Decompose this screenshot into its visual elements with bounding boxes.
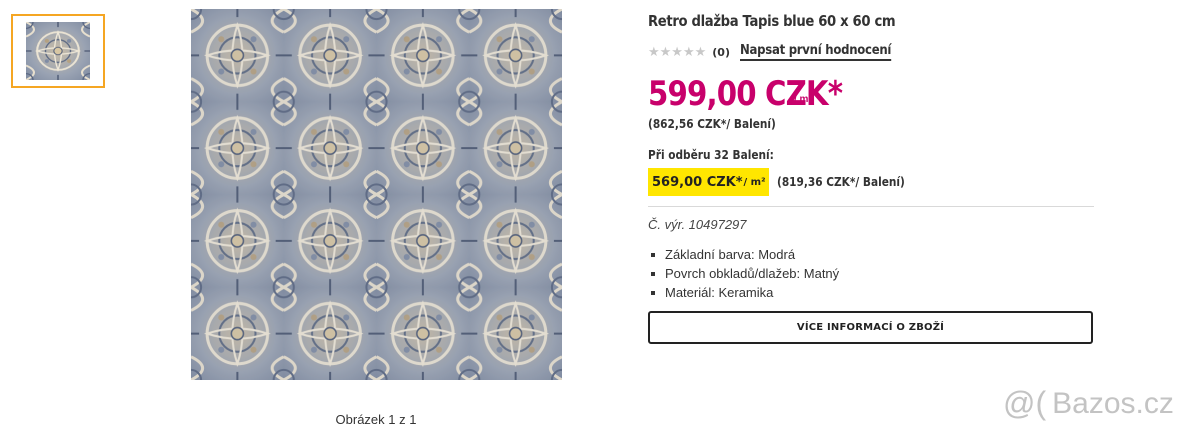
watermark-text: Bazos.cz (1052, 386, 1174, 420)
feature-item: Povrch obkladů/dlažeb: Matný (648, 264, 839, 283)
rating-count: (0) (712, 45, 730, 59)
bulk-price-label: Při odběru 32 Balení: (648, 148, 774, 162)
product-sku: Č. výr. 10497297 (648, 217, 747, 232)
bulk-price-unit: / m² (743, 176, 766, 188)
feature-text: Povrch obkladů/dlažeb: Matný (665, 266, 840, 281)
bulk-price-badge: 569,00 CZK* / m² (648, 168, 770, 196)
bullet-icon (651, 290, 655, 295)
gallery-thumbnail[interactable] (11, 14, 105, 88)
price-value: 599,00 CZK* (648, 74, 843, 114)
bazos-logo-icon: @( (1003, 385, 1047, 421)
rating-stars-icon: ★★★★★ (648, 44, 707, 60)
tile-thumbnail-icon (26, 22, 90, 80)
feature-text: Materiál: Keramika (665, 285, 774, 300)
divider (648, 206, 1094, 207)
image-counter: Obrázek 1 z 1 (335, 412, 417, 427)
watermark: @( Bazos.cz (1003, 385, 1174, 422)
price-row: 599,00 CZK* / m² (648, 74, 843, 114)
write-review-link[interactable]: Napsat první hodnocení (740, 43, 891, 61)
rating-row: ★★★★★ (0) Napsat první hodnocení (648, 43, 908, 61)
product-main-image[interactable] (191, 9, 562, 380)
feature-list: Základní barva: Modrá Povrch obkladů/dla… (648, 245, 839, 302)
more-info-button[interactable]: VÍCE INFORMACÍ O ZBOŽÍ (648, 311, 1093, 344)
feature-text: Základní barva: Modrá (665, 247, 796, 262)
product-title: Retro dlažba Tapis blue 60 x 60 cm (648, 12, 896, 30)
feature-item: Materiál: Keramika (648, 283, 839, 302)
pack-price: (862,56 CZK*/ Balení) (648, 117, 776, 131)
feature-item: Základní barva: Modrá (648, 245, 839, 264)
bulk-pack-price: (819,36 CZK*/ Balení) (777, 175, 906, 189)
bullet-icon (651, 252, 655, 257)
bullet-icon (651, 271, 655, 276)
bulk-price-value: 569,00 CZK* (652, 174, 743, 190)
bulk-price-row: 569,00 CZK* / m² (819,36 CZK*/ Balení) (648, 168, 923, 196)
